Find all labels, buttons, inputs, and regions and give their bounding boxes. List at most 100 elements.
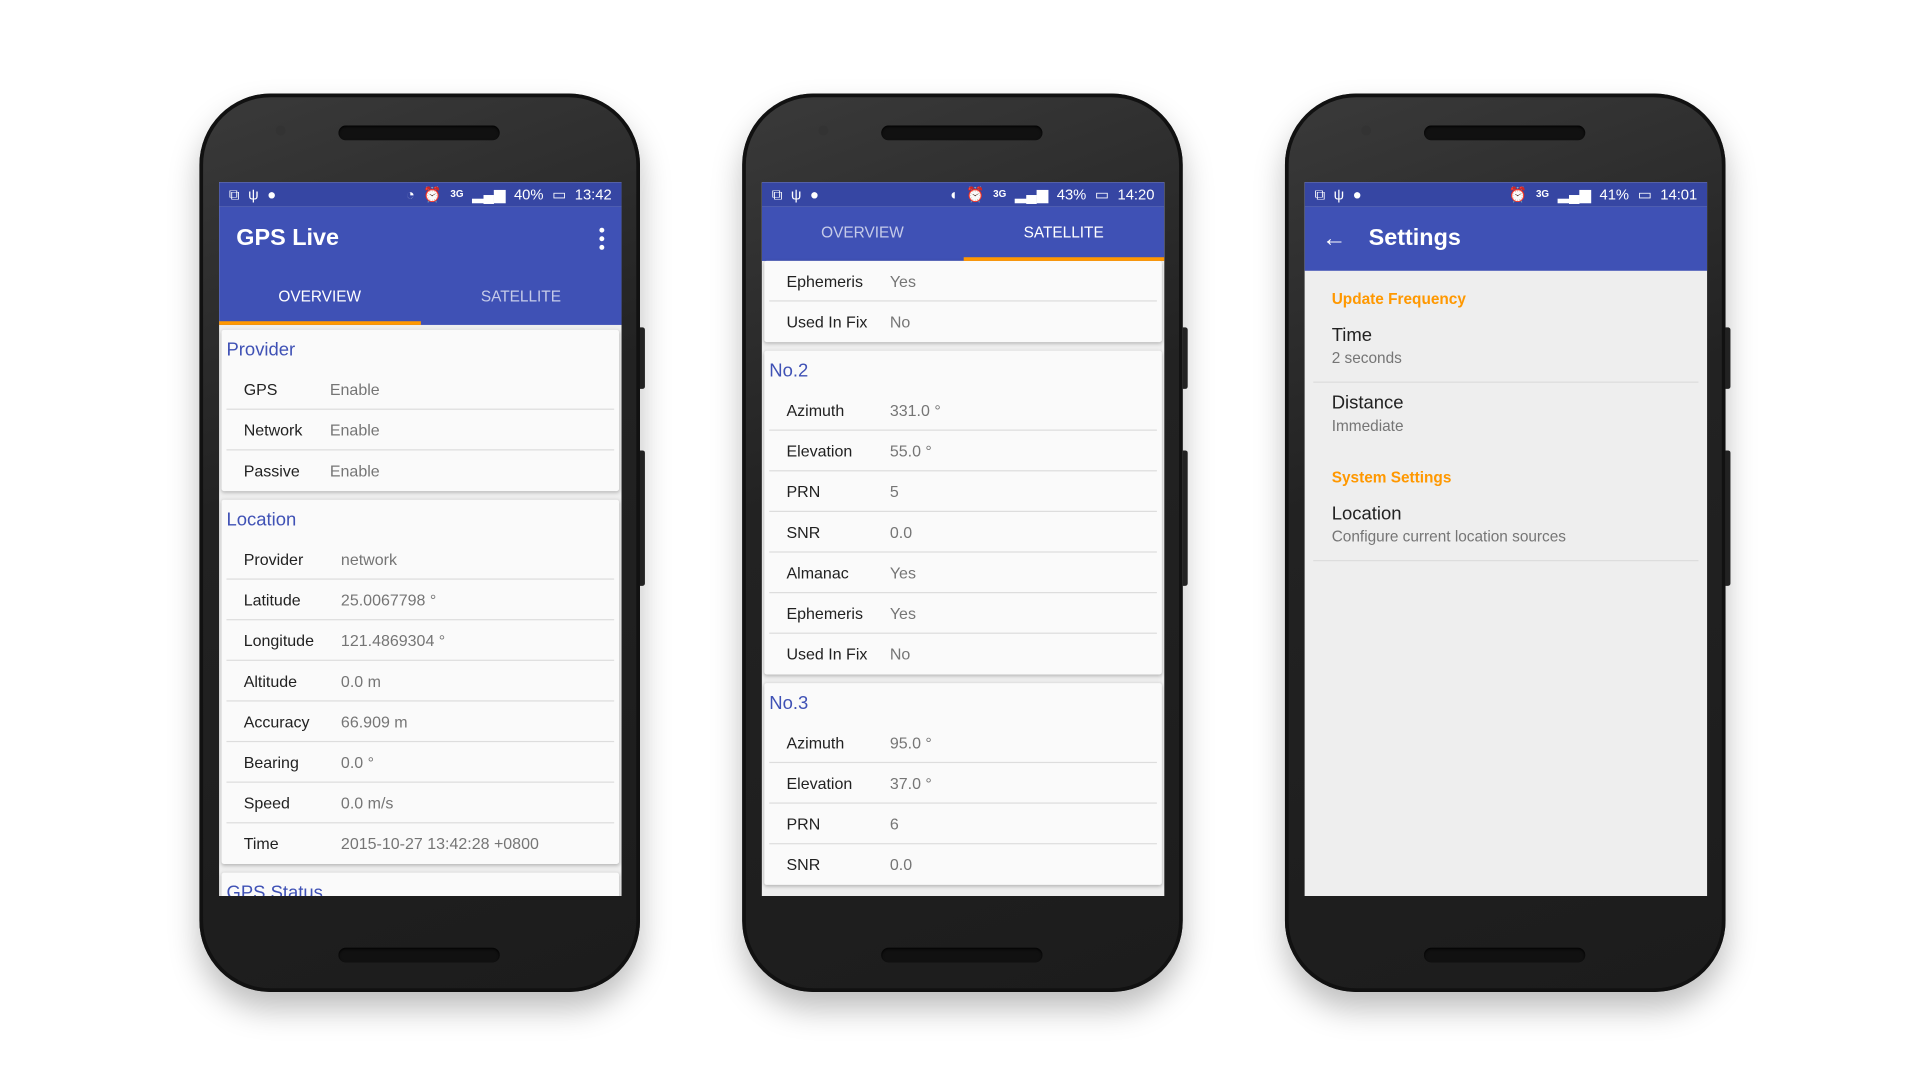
row-label: Longitude (243, 630, 315, 650)
android-icon: ● (810, 185, 819, 204)
tab-overview[interactable]: OVERVIEW (762, 207, 963, 261)
row-value: 5 (889, 481, 899, 501)
preference-summary: Immediate (1331, 417, 1404, 435)
row-value: 55.0 ° (889, 441, 932, 460)
preference-item[interactable]: Location Configure current location sourc… (1313, 494, 1699, 562)
row-value: 95.0 ° (889, 732, 932, 752)
phone-satellite: ⧉ ψ ● ◖ ⏰ 3G ▂▄▆ 43% ▭ 14:20 OVERVIEW SA… (742, 93, 1188, 993)
row-value: 0.0 m (340, 671, 381, 690)
row-label: Altitude (243, 671, 298, 690)
battery-level: 40% (513, 185, 544, 204)
row-value: No (889, 312, 911, 332)
usb-icon: ψ (1333, 185, 1345, 204)
row-value: No (889, 644, 911, 664)
table-row: Passive Enable (226, 450, 614, 491)
table-row: PRN 6 (769, 804, 1157, 845)
table-row: Accuracy 66.909 m (226, 702, 615, 743)
signal-icon: ▂▄▆ (1014, 185, 1049, 204)
screen: ⧉ ψ ● ◔ ⏰ 3G ▂▄▆ 40% ▭ 13:42 GPS Live OV… (219, 182, 622, 897)
row-value: 2015-10-27 13:42:28 +0800 (340, 834, 539, 853)
preference-title: Time (1331, 324, 1373, 346)
battery-charging-icon: ▭ (1637, 185, 1652, 204)
row-label: Azimuth (786, 400, 845, 420)
row-label: Bearing (243, 752, 299, 772)
row-value: 0.0 (889, 522, 913, 541)
row-label: Elevation (786, 441, 853, 460)
status-bar: ⧉ ψ ● ⏰ 3G ▂▄▆ 41% ▭ 14:01 (1304, 182, 1708, 207)
code-icon: ⧉ (228, 185, 240, 204)
info-card: GPS Status (221, 872, 620, 897)
table-row: Ephemeris Yes (769, 593, 1157, 634)
table-row: Bearing 0.0 ° (226, 742, 615, 783)
row-label: Azimuth (786, 732, 845, 752)
android-icon: ● (267, 185, 277, 204)
row-value: 0.0 ° (340, 752, 375, 772)
table-row: GPS Enable (226, 369, 615, 410)
row-value: 0.0 (889, 855, 913, 874)
phone-settings: ⧉ ψ ● ⏰ 3G ▂▄▆ 41% ▭ 14:01 ← Settings Up… (1284, 93, 1731, 993)
preference-title: Location (1331, 503, 1402, 525)
row-label: Elevation (786, 773, 853, 793)
row-value: Yes (889, 563, 916, 582)
row-value: 331.0 ° (889, 400, 941, 420)
row-label: Almanac (786, 563, 849, 582)
row-label: Network (243, 420, 303, 439)
android-icon: ● (1352, 185, 1362, 204)
row-value: 121.4869304 ° (340, 630, 446, 650)
row-value: 25.0067798 ° (340, 590, 437, 609)
row-label: PRN (786, 814, 821, 833)
more-options-icon[interactable] (599, 227, 605, 250)
table-row: SNR 0.0 (769, 844, 1157, 885)
preference-item[interactable]: Distance Immediate (1313, 383, 1698, 449)
status-bar: ⧉ ψ ● ◖ ⏰ 3G ▂▄▆ 43% ▭ 14:20 (761, 182, 1165, 207)
row-value: 0.0 m/s (340, 793, 394, 812)
table-row: Altitude 0.0 m (226, 661, 615, 702)
tab-satellite[interactable]: SATELLITE (420, 271, 621, 325)
battery-level: 43% (1056, 185, 1087, 204)
preference-title: Distance (1331, 392, 1404, 414)
row-value: Enable (329, 379, 380, 399)
table-row: Speed 0.0 m/s (226, 783, 615, 824)
battery-charging-icon: ▭ (552, 185, 567, 204)
3g-icon: 3G (1535, 188, 1550, 200)
info-card: No.3 Azimuth 95.0 ° Elevation 37.0 ° PRN 6 SNR 0… (764, 683, 1162, 885)
3g-icon: 3G (450, 188, 464, 200)
table-row: Azimuth 331.0 ° (769, 390, 1157, 431)
preference-summary: Configure current location sources (1331, 528, 1567, 546)
row-value: network (340, 549, 397, 569)
table-row: Provider network (226, 539, 615, 580)
back-arrow-icon[interactable]: ← (1322, 225, 1347, 253)
code-icon: ⧉ (1314, 185, 1326, 204)
battery-level: 41% (1599, 185, 1630, 204)
row-label: GPS (243, 379, 278, 399)
row-value: 37.0 ° (889, 773, 932, 793)
card-title: GPS Status (226, 882, 323, 897)
row-label: Passive (243, 461, 300, 481)
location-icon: ◔ (405, 185, 415, 204)
alarm-icon: ⏰ (966, 185, 985, 204)
screen: ⧉ ψ ● ◖ ⏰ 3G ▂▄▆ 43% ▭ 14:20 OVERVIEW SA… (761, 182, 1165, 897)
row-label: Time (243, 834, 279, 853)
tab-overview[interactable]: OVERVIEW (219, 271, 421, 325)
phone-overview: ⧉ ψ ● ◔ ⏰ 3G ▂▄▆ 40% ▭ 13:42 GPS Live OV… (199, 93, 645, 993)
battery-charging-icon: ▭ (1094, 185, 1109, 204)
table-row: Almanac Yes (769, 553, 1157, 594)
preference-category: System Settings (1331, 468, 1452, 487)
row-label: Ephemeris (786, 271, 863, 290)
signal-icon: ▂▄▆ (472, 185, 506, 204)
table-row: Used In Fix No (769, 634, 1157, 675)
card-title: Provider (226, 339, 296, 361)
tab-satellite[interactable]: SATELLITE (963, 207, 1165, 261)
usb-icon: ψ (790, 185, 802, 204)
screen: ⧉ ψ ● ⏰ 3G ▂▄▆ 41% ▭ 14:01 ← Settings Up… (1304, 182, 1708, 897)
row-label: Provider (243, 549, 304, 569)
row-value: 6 (889, 814, 899, 833)
3g-icon: 3G (993, 188, 1007, 200)
card-title: No.3 (769, 692, 809, 714)
signal-icon: ▂▄▆ (1557, 185, 1591, 204)
table-row: Time 2015-10-27 13:42:28 +0800 (226, 823, 614, 864)
preference-item[interactable]: Time 2 seconds (1313, 315, 1699, 383)
table-row: PRN 5 (769, 471, 1157, 513)
info-card: Ephemeris Yes Used In Fix No (764, 260, 1162, 343)
usb-icon: ψ (248, 185, 259, 204)
